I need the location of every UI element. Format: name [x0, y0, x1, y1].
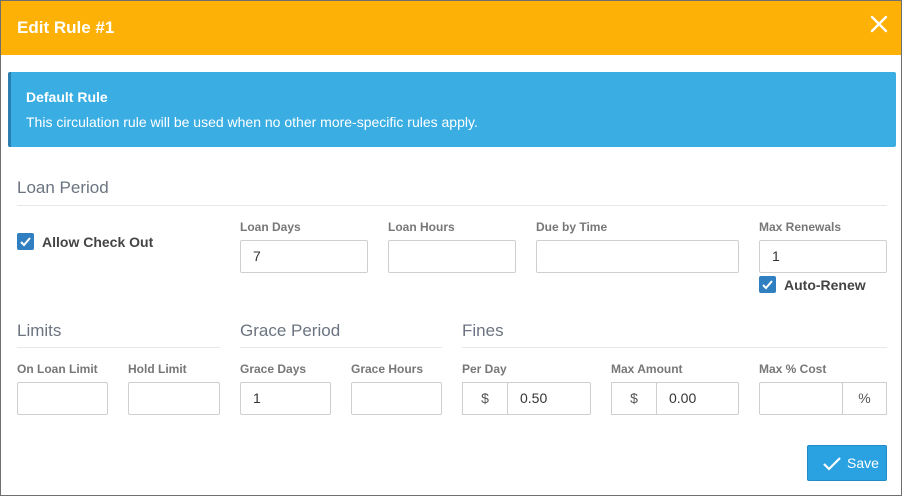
max-amount-currency-addon: $ [611, 382, 657, 415]
grace-hours-label: Grace Hours [351, 362, 424, 376]
max-pct-cost-input[interactable] [759, 382, 843, 415]
loan-hours-input[interactable] [388, 240, 516, 273]
grace-period-divider [240, 347, 442, 348]
max-amount-label: Max Amount [611, 362, 683, 376]
max-pct-cost-label: Max % Cost [759, 362, 827, 376]
max-renewals-label: Max Renewals [759, 220, 842, 234]
allow-checkout-checkbox[interactable] [17, 233, 34, 250]
hold-limit-input[interactable] [128, 382, 220, 415]
save-button-label: Save [847, 455, 879, 471]
grace-hours-input[interactable] [351, 382, 442, 415]
auto-renew-checkbox[interactable] [759, 276, 776, 293]
modal-header: Edit Rule #1 [1, 1, 901, 55]
per-day-input[interactable]: 0.50 [507, 382, 591, 415]
max-renewals-input[interactable]: 1 [759, 240, 887, 273]
allow-checkout-label: Allow Check Out [42, 234, 154, 250]
loan-hours-label: Loan Hours [388, 220, 455, 234]
check-icon [762, 280, 773, 290]
close-button[interactable] [869, 14, 889, 34]
per-day-currency-addon: $ [462, 382, 508, 415]
checkmark-icon [823, 457, 841, 471]
per-day-label: Per Day [462, 362, 507, 376]
max-amount-input[interactable]: 0.00 [656, 382, 739, 415]
fines-title: Fines [462, 321, 504, 340]
default-rule-alert: Default Rule This circulation rule will … [8, 72, 896, 147]
save-button[interactable]: Save [807, 445, 887, 481]
max-pct-cost-percent-addon: % [842, 382, 887, 415]
check-icon [20, 237, 31, 247]
hold-limit-label: Hold Limit [128, 362, 187, 376]
due-by-time-input[interactable] [536, 240, 739, 273]
alert-title: Default Rule [26, 89, 108, 105]
close-icon [870, 15, 888, 33]
due-by-time-label: Due by Time [536, 220, 608, 234]
limits-title: Limits [17, 321, 62, 340]
loan-period-title: Loan Period [17, 178, 109, 197]
fines-divider [462, 347, 887, 348]
grace-days-input[interactable]: 1 [240, 382, 331, 415]
alert-text: This circulation rule will be used when … [26, 114, 478, 130]
grace-days-label: Grace Days [240, 362, 307, 376]
loan-days-label: Loan Days [240, 220, 301, 234]
auto-renew-label: Auto-Renew [784, 277, 866, 293]
modal-title: Edit Rule #1 [17, 18, 115, 37]
limits-divider [17, 347, 220, 348]
on-loan-limit-input[interactable] [17, 382, 108, 415]
loan-days-input[interactable]: 7 [240, 240, 368, 273]
grace-period-title: Grace Period [240, 321, 341, 340]
edit-rule-modal: Edit Rule #1 Default Rule This circulati… [0, 0, 902, 496]
loan-period-divider [17, 205, 887, 206]
on-loan-limit-label: On Loan Limit [17, 362, 98, 376]
